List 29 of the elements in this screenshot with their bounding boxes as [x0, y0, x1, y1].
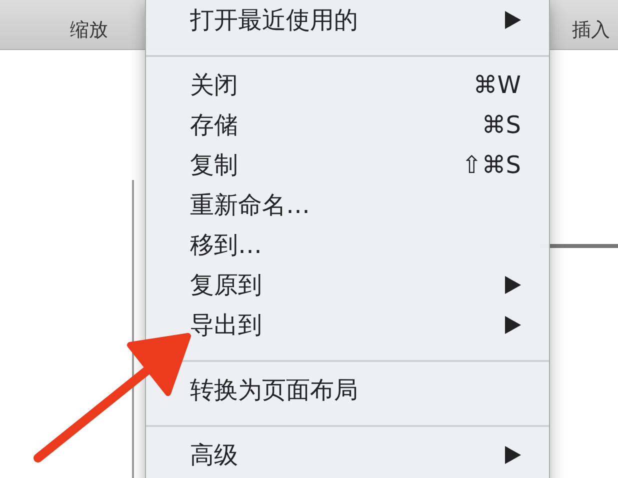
menu-item[interactable]: 导出到 — [146, 305, 549, 345]
menu-item-label: 导出到 — [190, 310, 263, 341]
submenu-arrow-icon — [505, 276, 521, 294]
submenu-arrow-icon — [505, 11, 521, 29]
menu-item[interactable]: 转换为页面布局 — [146, 370, 549, 410]
menu-item-label: 打开最近使用的 — [190, 5, 359, 36]
menu-item[interactable]: 移到… — [146, 225, 549, 265]
submenu-arrow-icon — [505, 316, 521, 334]
menu-item-label: 复制 — [190, 150, 239, 181]
menu-item[interactable]: 关闭 ⌘W — [146, 65, 549, 105]
toolbar-button[interactable]: 缩放 — [70, 17, 108, 43]
menu-item[interactable]: 打开最近使用的 — [146, 0, 549, 40]
menu-item-label: 高级 — [190, 440, 239, 471]
submenu-arrow-icon — [505, 446, 521, 464]
menu-item[interactable]: 存储 ⌘S — [146, 105, 549, 145]
menu-item-label: 关闭 — [190, 70, 239, 101]
menu-item-label: 重新命名… — [190, 190, 311, 221]
menu-item-label: 转换为页面布局 — [190, 375, 359, 406]
menu-item-label: 复原到 — [190, 270, 263, 301]
menu-item-label: 存储 — [190, 110, 239, 141]
menu-item[interactable]: 复原到 — [146, 265, 549, 305]
menu-item-label: 移到… — [190, 230, 263, 261]
menu-item[interactable]: 重新命名… — [146, 185, 549, 225]
keyboard-shortcut: ⌘W — [473, 71, 521, 99]
keyboard-shortcut: ⇧⌘S — [462, 151, 521, 179]
menu-item[interactable]: 高级 — [146, 435, 549, 475]
toolbar-button[interactable]: 插入 — [572, 17, 610, 43]
keyboard-shortcut: ⌘S — [482, 111, 521, 139]
menu-item[interactable]: 复制 ⇧⌘S — [146, 145, 549, 185]
